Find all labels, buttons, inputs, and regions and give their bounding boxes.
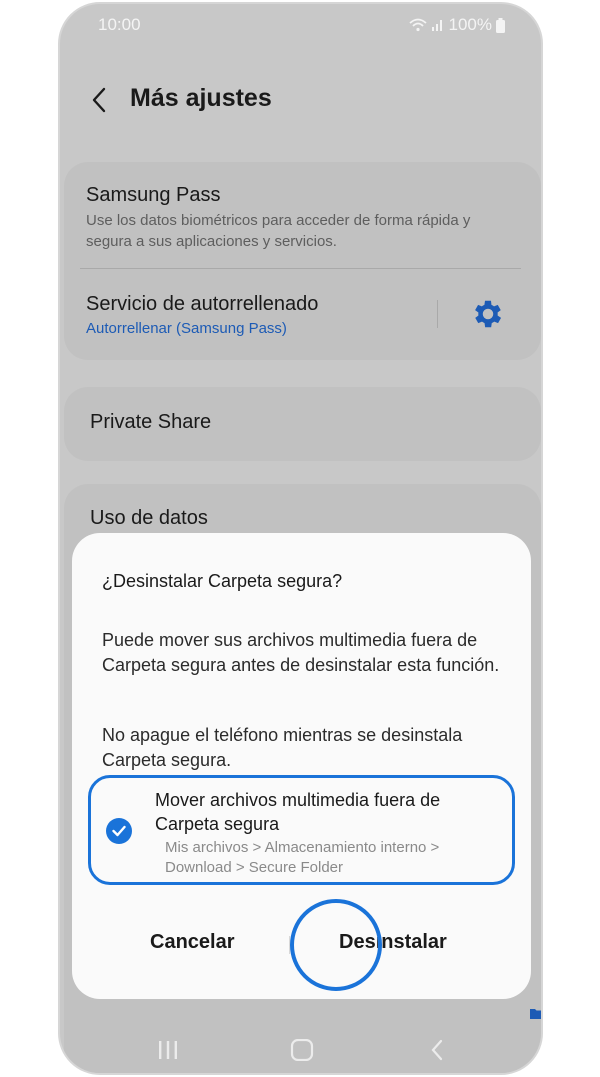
move-files-option[interactable]: Mover archivos multimedia fuera de Carpe… bbox=[88, 775, 515, 885]
cancel-button[interactable]: Cancelar bbox=[150, 931, 235, 954]
autofill-value: Autorrellenar (Samsung Pass) bbox=[86, 320, 287, 337]
wifi-icon bbox=[408, 18, 427, 32]
back-arrow-icon bbox=[92, 87, 106, 113]
nav-back-icon[interactable] bbox=[430, 1039, 444, 1061]
header: Más ajustes bbox=[60, 74, 541, 126]
vertical-divider bbox=[437, 300, 438, 328]
check-icon bbox=[112, 825, 126, 837]
samsung-pass-subtitle: Use los datos biométricos para acceder d… bbox=[86, 212, 471, 250]
option-label: Mover archivos multimedia fuera de Carpe… bbox=[155, 790, 441, 834]
status-time: 10:00 bbox=[98, 15, 141, 34]
gear-icon[interactable] bbox=[470, 296, 506, 332]
dialog-body-info: Puede mover sus archivos multimedia fuer… bbox=[102, 630, 500, 675]
back-button[interactable] bbox=[84, 82, 114, 118]
move-files-checkbox[interactable] bbox=[106, 818, 132, 844]
samsung-pass-title: Samsung Pass bbox=[86, 184, 221, 206]
dialog-title: ¿Desinstalar Carpeta segura? bbox=[102, 571, 343, 591]
tap-indicator bbox=[290, 899, 382, 991]
dialog-body-warning: No apague el teléfono mientras se desins… bbox=[102, 725, 463, 770]
autofill-title: Servicio de autorrellenado bbox=[86, 293, 319, 315]
signal-icon bbox=[431, 20, 442, 31]
status-icons: 100% bbox=[408, 15, 505, 35]
status-bar: 10:00 100% bbox=[60, 4, 541, 44]
battery-icon bbox=[496, 17, 505, 33]
folder-icon bbox=[530, 1009, 541, 1019]
recents-icon[interactable] bbox=[156, 1039, 180, 1061]
battery-percent: 100% bbox=[448, 15, 492, 34]
divider bbox=[80, 268, 521, 269]
navigation-bar bbox=[60, 1029, 541, 1073]
page-title: Más ajustes bbox=[130, 84, 272, 112]
data-usage-title: Uso de datos bbox=[90, 507, 208, 529]
option-path: Mis archivos > Almacenamiento interno > … bbox=[165, 839, 440, 876]
private-share-title: Private Share bbox=[90, 411, 212, 433]
home-icon[interactable] bbox=[290, 1039, 314, 1061]
private-share-item[interactable]: Private Share bbox=[64, 387, 541, 461]
